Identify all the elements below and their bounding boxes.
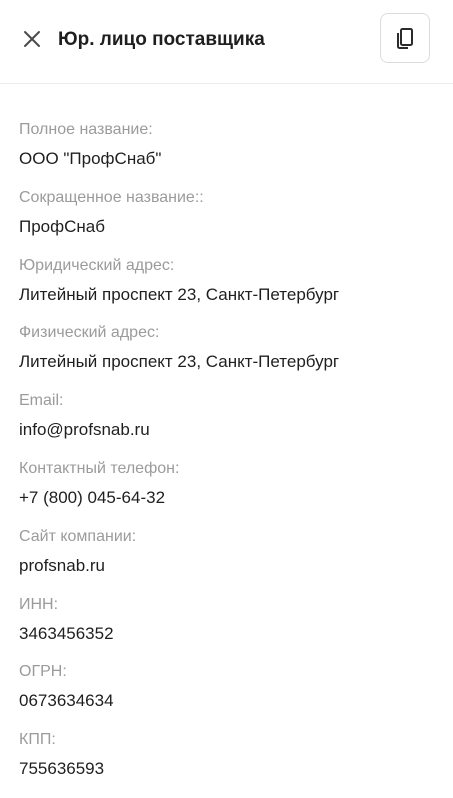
panel-header: Юр. лицо поставщика xyxy=(0,0,453,84)
field-label: Юридический адрес: xyxy=(19,256,175,274)
field-value: Литейный проспект 23, Санкт-Петербург xyxy=(19,352,340,372)
field-label: ОГРН: xyxy=(19,663,67,681)
field-label: КПП: xyxy=(19,731,56,749)
field-label: Сокращенное название:: xyxy=(19,188,204,206)
field-value: Литейный проспект 23, Санкт-Петербург xyxy=(19,284,340,304)
field-short-name: Сокращенное название:: ПрофСнаб xyxy=(19,188,439,256)
panel-title: Юр. лицо поставщика xyxy=(58,29,265,50)
field-website: Сайт компании: profsnab.ru xyxy=(19,527,439,595)
field-value: 0673634634 xyxy=(19,691,114,711)
copy-icon xyxy=(397,28,413,49)
close-icon xyxy=(24,31,40,47)
field-full-name: Полное название: ООО "ПрофСнаб" xyxy=(19,120,439,188)
field-phone: Контактный телефон: +7 (800) 045-64-32 xyxy=(19,459,439,527)
field-label: Контактный телефон: xyxy=(19,459,180,477)
field-value: info@profsnab.ru xyxy=(19,420,150,440)
field-ogrn: ОГРН: 0673634634 xyxy=(19,662,439,730)
close-button[interactable] xyxy=(20,27,44,51)
field-label: Email: xyxy=(19,392,64,410)
field-value: +7 (800) 045-64-32 xyxy=(19,487,166,507)
field-physical-address: Физический адрес: Литейный проспект 23, … xyxy=(19,323,439,391)
field-label: Сайт компании: xyxy=(19,527,137,545)
field-label: Полное название: xyxy=(19,121,153,138)
field-value: 3463456352 xyxy=(19,623,114,643)
field-kpp: КПП: 755636593 xyxy=(19,730,439,798)
field-legal-address: Юридический адрес: Литейный проспект 23,… xyxy=(19,256,439,324)
supplier-details: Полное название: ООО "ПрофСнаб" Сокращен… xyxy=(19,120,439,798)
field-value: ПрофСнаб xyxy=(19,216,105,236)
field-label: Физический адрес: xyxy=(19,324,160,342)
field-value: 755636593 xyxy=(19,759,105,779)
field-value: profsnab.ru xyxy=(19,555,105,575)
copy-button[interactable] xyxy=(380,13,430,63)
field-label: ИНН: xyxy=(19,595,59,613)
field-value: ООО "ПрофСнаб" xyxy=(19,149,162,168)
field-inn: ИНН: 3463456352 xyxy=(19,595,439,663)
field-email: Email: info@profsnab.ru xyxy=(19,391,439,459)
